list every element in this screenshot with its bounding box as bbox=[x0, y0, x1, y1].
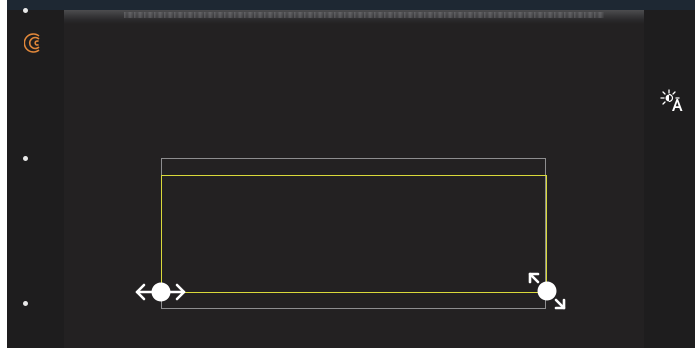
butterfly-logo-icon bbox=[24, 33, 40, 53]
depth-marker-middle bbox=[23, 156, 28, 161]
depth-marker-bottom bbox=[23, 301, 28, 306]
move-horizontal-handle-icon[interactable] bbox=[133, 279, 189, 305]
right-rail bbox=[644, 10, 695, 348]
color-box-region[interactable] bbox=[161, 175, 547, 293]
resize-diagonal-handle-icon[interactable] bbox=[526, 270, 570, 312]
top-status-strip bbox=[7, 0, 695, 10]
left-rail bbox=[7, 10, 64, 348]
auto-brightness-icon[interactable] bbox=[658, 88, 686, 114]
ultrasound-tissue-band bbox=[64, 10, 644, 24]
ultrasound-screen bbox=[0, 0, 695, 352]
depth-marker-top bbox=[23, 8, 28, 13]
